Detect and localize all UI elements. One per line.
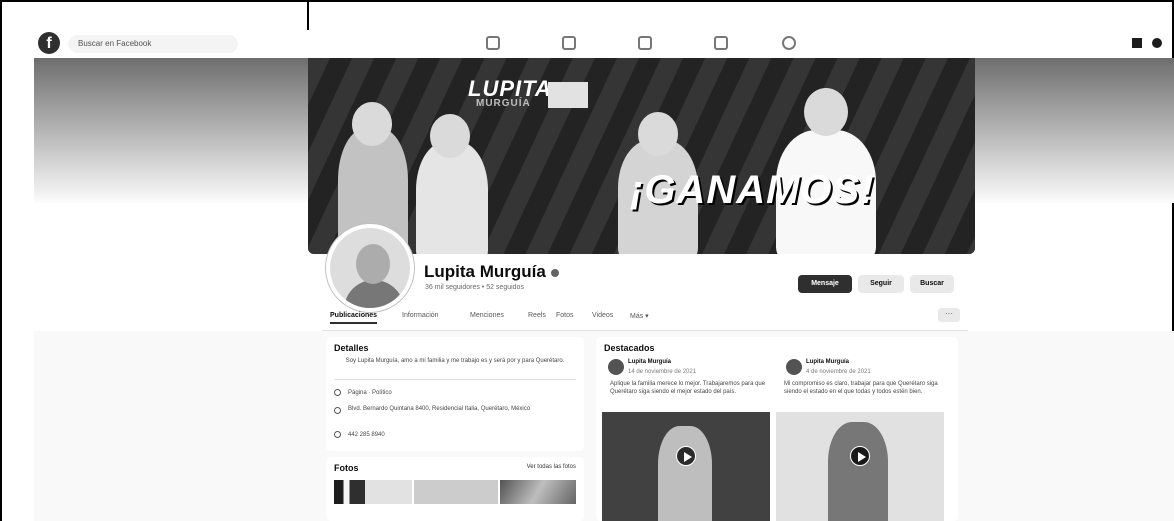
home-icon[interactable] [486, 36, 500, 50]
video-icon[interactable] [638, 36, 652, 50]
friends-icon[interactable] [562, 36, 576, 50]
post-video[interactable] [776, 412, 944, 521]
messenger-icon[interactable] [1152, 38, 1162, 48]
tab-informacion[interactable]: Información [402, 312, 439, 319]
post-author-avatar[interactable] [786, 359, 802, 375]
cover-brand-subtext: MURGUÍA [476, 98, 531, 109]
cover-slogan: ¡GANAMOS! [630, 168, 875, 212]
info-icon [334, 389, 341, 396]
play-icon[interactable] [850, 446, 870, 466]
featured-title: Destacados [604, 343, 655, 353]
avatar-body [344, 280, 404, 308]
cover-person-head [804, 88, 848, 136]
post-author-name[interactable]: Lupita Murguía [628, 359, 671, 365]
top-navigation-bar: f Buscar en Facebook [24, 28, 1174, 58]
post-date[interactable]: 14 de noviembre de 2021 [628, 368, 696, 376]
photo-thumbnail[interactable] [414, 480, 498, 504]
cover-person-head [638, 112, 678, 156]
menu-grid-icon[interactable] [1132, 38, 1142, 48]
cover-background-left [34, 58, 308, 203]
groups-icon[interactable] [782, 36, 796, 50]
photos-title: Fotos [334, 463, 359, 473]
post-date[interactable]: 4 de noviembre de 2021 [806, 368, 871, 376]
tab-videos[interactable]: Videos [592, 312, 613, 319]
tab-reels[interactable]: Reels [528, 312, 546, 319]
post-video[interactable] [602, 412, 770, 521]
tab-mas[interactable]: Más ▾ [630, 312, 649, 320]
post-author-name[interactable]: Lupita Murguía [806, 359, 849, 365]
tab-menciones[interactable]: Menciones [470, 312, 504, 319]
cover-person-head [430, 114, 470, 158]
cover-person-head [352, 102, 392, 146]
profile-name: Lupita Murguía [424, 262, 546, 281]
photo-thumbnail[interactable] [500, 480, 576, 504]
cover-person [416, 142, 488, 254]
video-person [658, 426, 712, 521]
cover-photo[interactable]: LUPITA MURGUÍA ¡GANAMOS! [308, 58, 975, 254]
message-button[interactable]: Mensaje [798, 275, 852, 293]
marketplace-icon[interactable] [714, 36, 728, 50]
cover-background-right [975, 58, 1174, 203]
details-bio: Soy Lupita Murguía, amo a mi familia y m… [345, 358, 565, 364]
tab-more-button[interactable]: ··· [938, 308, 960, 322]
post-text: Aplique la familia merece lo mejor. Trab… [610, 381, 766, 395]
profile-name-row: Lupita Murguía [424, 262, 559, 282]
profile-avatar[interactable] [326, 224, 414, 312]
details-phone[interactable]: 442 285 8940 [348, 431, 385, 439]
photo-thumbnail[interactable] [334, 480, 412, 504]
post-text: Mi compromiso es claro, trabajar para qu… [784, 381, 938, 395]
facebook-logo-icon[interactable]: f [38, 32, 60, 54]
profile-tabs: Publicaciones Información Menciones Reel… [330, 308, 960, 326]
play-icon[interactable] [676, 446, 696, 466]
follow-button[interactable]: Seguir [858, 275, 904, 293]
location-pin-icon [334, 407, 341, 414]
search-page-button[interactable]: Buscar [910, 275, 954, 293]
profile-followers[interactable]: 36 mil seguidores • 52 seguidos [425, 284, 524, 291]
frame-divider [307, 0, 309, 30]
search-input[interactable]: Buscar en Facebook [68, 35, 238, 53]
details-card: Detalles Soy Lupita Murguía, amo a mi fa… [326, 337, 584, 451]
details-address: Blvd. Bernardo Quintana 8400, Residencia… [348, 406, 531, 412]
tab-fotos[interactable]: Fotos [556, 312, 574, 319]
details-page-type: Página · Político [348, 390, 392, 396]
video-person [828, 422, 888, 521]
phone-icon [334, 431, 341, 438]
avatar-face [356, 244, 390, 284]
details-separator [334, 379, 576, 380]
details-title: Detalles [334, 343, 369, 353]
see-all-photos-link[interactable]: Ver todas las fotos [527, 463, 576, 471]
post-author-avatar[interactable] [608, 359, 624, 375]
tab-publicaciones[interactable]: Publicaciones [330, 312, 378, 324]
cover-tag-badge [548, 82, 588, 108]
verified-badge-icon [550, 268, 559, 277]
